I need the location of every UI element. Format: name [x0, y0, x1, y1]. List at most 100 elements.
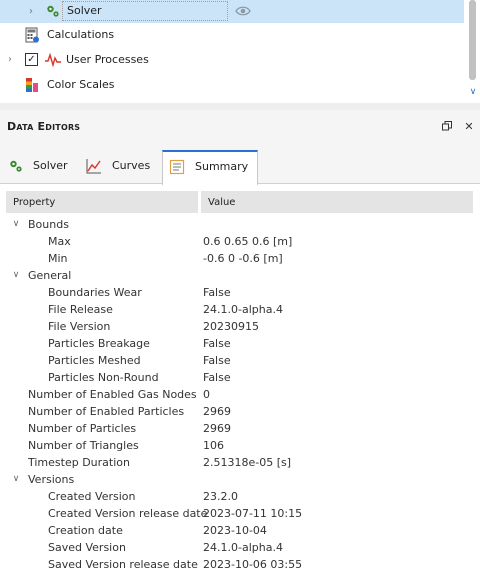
property-row[interactable]: Creation date 2023-10-04	[0, 522, 480, 539]
property-value[interactable]: 23.2.0	[203, 490, 238, 503]
property-value[interactable]: False	[203, 354, 231, 367]
eye-icon[interactable]	[235, 3, 251, 19]
tree-item-label: Solver	[67, 4, 102, 17]
calculator-icon	[24, 27, 40, 43]
property-value[interactable]: 0.6 0.65 0.6 [m]	[203, 235, 292, 248]
property-name: Particles Meshed	[48, 354, 141, 367]
user-processes-checkbox[interactable]: ✓	[25, 53, 38, 66]
property-row[interactable]: Saved Version 24.1.0-alpha.4	[0, 539, 480, 556]
property-row[interactable]: Min -0.6 0 -0.6 [m]	[0, 250, 480, 267]
chevron-down-icon[interactable]: ∨	[11, 474, 21, 484]
property-row[interactable]: Created Version release date 2023-07-11 1…	[0, 505, 480, 522]
group-row[interactable]: ∨ Versions	[0, 471, 480, 488]
chevron-right-icon[interactable]: ›	[26, 6, 36, 17]
property-name: Timestep Duration	[28, 456, 130, 469]
property-name: File Release	[48, 303, 113, 316]
property-value[interactable]: 24.1.0-alpha.4	[203, 303, 283, 316]
property-value[interactable]: 2023-10-06 03:55	[203, 558, 302, 571]
data-editors-header: Data Editors ✕	[0, 110, 480, 144]
property-name: Created Version release date	[48, 507, 208, 520]
tree-item-label: User Processes	[66, 53, 149, 66]
tree-scrollbar[interactable]: ∨	[466, 0, 478, 103]
tree-item-user-processes[interactable]: › ✓ User Processes	[0, 48, 464, 71]
property-name: Max	[48, 235, 71, 248]
tab-solver[interactable]: Solver	[0, 150, 78, 184]
tab-label: Curves	[112, 159, 151, 172]
property-row[interactable]: Created Version 23.2.0	[0, 488, 480, 505]
property-row[interactable]: Particles Meshed False	[0, 352, 480, 369]
column-header-value[interactable]: Value	[201, 191, 473, 213]
property-name: General	[28, 269, 72, 282]
summary-property-grid: Property Value ∨ Bounds Max 0.6 0.65 0.6 [m…	[0, 185, 480, 586]
property-value[interactable]: 0	[203, 388, 210, 401]
property-row[interactable]: Boundaries Wear False	[0, 284, 480, 301]
column-header-property[interactable]: Property	[6, 191, 198, 213]
property-value[interactable]: 2.51318e-05 [s]	[203, 456, 291, 469]
property-name: Number of Triangles	[28, 439, 139, 452]
property-name: Saved Version release date	[48, 558, 198, 571]
chevron-down-icon[interactable]: ∨	[11, 219, 21, 229]
property-row[interactable]: Number of Enabled Gas Nodes 0	[0, 386, 480, 403]
property-value[interactable]: 24.1.0-alpha.4	[203, 541, 283, 554]
property-row[interactable]: Number of Triangles 106	[0, 437, 480, 454]
property-name: Saved Version	[48, 541, 126, 554]
property-value[interactable]: False	[203, 371, 231, 384]
property-name: Created Version	[48, 490, 136, 503]
property-row[interactable]: Particles Breakage False	[0, 335, 480, 352]
panel-separator[interactable]	[0, 103, 480, 110]
property-name: Versions	[28, 473, 75, 486]
property-value[interactable]: False	[203, 286, 231, 299]
property-name: Boundaries Wear	[48, 286, 142, 299]
property-row[interactable]: File Version 20230915	[0, 318, 480, 335]
property-name: Creation date	[48, 524, 123, 537]
tab-summary[interactable]: Summary	[162, 150, 258, 185]
gears-icon	[45, 3, 61, 19]
restore-window-icon[interactable]	[440, 119, 454, 133]
tree-item-label: Color Scales	[47, 78, 115, 91]
gears-icon	[8, 158, 24, 174]
property-row[interactable]: Number of Enabled Particles 2969	[0, 403, 480, 420]
panel-title: Data Editors	[7, 120, 81, 133]
property-value[interactable]: 106	[203, 439, 224, 452]
tab-label: Solver	[33, 159, 68, 172]
property-name: Particles Breakage	[48, 337, 150, 350]
group-row[interactable]: ∨ Bounds	[0, 216, 480, 233]
color-scale-icon	[24, 77, 40, 93]
property-value[interactable]: False	[203, 337, 231, 350]
property-value[interactable]: 2023-10-04	[203, 524, 267, 537]
property-row[interactable]: Particles Non-Round False	[0, 369, 480, 386]
property-row[interactable]: Number of Particles 2969	[0, 420, 480, 437]
property-value[interactable]: 2023-07-11 10:15	[203, 507, 302, 520]
tab-curves[interactable]: Curves	[78, 150, 162, 184]
property-value[interactable]: 20230915	[203, 320, 259, 333]
chevron-down-icon[interactable]: ∨	[11, 270, 21, 280]
tree-item-label: Calculations	[47, 28, 115, 41]
property-row[interactable]: File Release 24.1.0-alpha.4	[0, 301, 480, 318]
document-icon	[169, 159, 185, 175]
property-name: Bounds	[28, 218, 69, 231]
chevron-right-icon[interactable]: ›	[5, 54, 15, 65]
tab-label: Summary	[195, 160, 249, 173]
property-name: Number of Enabled Gas Nodes	[28, 388, 197, 401]
property-name: Particles Non-Round	[48, 371, 159, 384]
tree-item-solver[interactable]: › Solver	[0, 0, 464, 23]
property-row[interactable]: Max 0.6 0.65 0.6 [m]	[0, 233, 480, 250]
tree-item-color-scales[interactable]: Color Scales	[0, 73, 464, 96]
property-name: Number of Enabled Particles	[28, 405, 185, 418]
group-row[interactable]: ∨ General	[0, 267, 480, 284]
editor-tabs: Solver Curves Summary	[0, 144, 480, 185]
property-value[interactable]: 2969	[203, 405, 231, 418]
property-name: Min	[48, 252, 68, 265]
close-icon[interactable]: ✕	[462, 119, 476, 133]
chevron-down-icon[interactable]: ∨	[467, 86, 479, 98]
tree-item-calculations[interactable]: Calculations	[0, 23, 464, 46]
property-name: File Version	[48, 320, 111, 333]
property-name: Number of Particles	[28, 422, 137, 435]
line-chart-icon	[86, 158, 102, 174]
property-value[interactable]: 2969	[203, 422, 231, 435]
property-row[interactable]: Saved Version release date 2023-10-06 03:…	[0, 556, 480, 573]
pulse-icon	[45, 52, 61, 68]
property-row[interactable]: Timestep Duration 2.51318e-05 [s]	[0, 454, 480, 471]
scrollbar-thumb[interactable]	[469, 0, 476, 80]
property-value[interactable]: -0.6 0 -0.6 [m]	[203, 252, 283, 265]
